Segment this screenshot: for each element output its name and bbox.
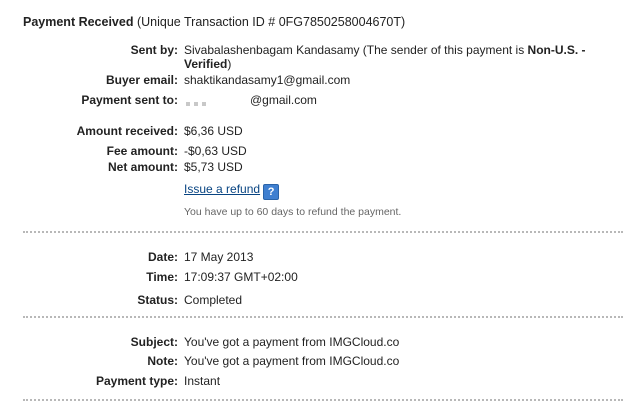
refund-link-wrap: Issue a refund? [184, 182, 280, 200]
page-title-bold: Payment Received [23, 15, 134, 29]
page-title: Payment Received (Unique Transaction ID … [23, 15, 405, 29]
date-value: 17 May 2013 [184, 250, 254, 264]
time-value: 17:09:37 GMT+02:00 [184, 270, 298, 284]
sent-by-label: Sent by: [130, 43, 178, 57]
payment-type-value: Instant [184, 374, 221, 388]
amount-received-label: Amount received: [76, 124, 178, 138]
payment-type-label: Payment type: [95, 374, 178, 388]
help-question-icon[interactable]: ? [263, 184, 280, 200]
divider [23, 231, 623, 233]
redacted-email-part [184, 95, 250, 107]
sender-status-prefix: (The sender of this payment is [359, 43, 528, 57]
transaction-id: (Unique Transaction ID # 0FG785025800467… [133, 15, 406, 29]
amount-received-value: $6,36 USD [184, 124, 243, 138]
payment-sent-to-label: Payment sent to: [81, 93, 178, 107]
payment-sent-to-domain: @gmail.com [250, 93, 317, 107]
refund-note: You have up to 60 days to refund the pay… [184, 206, 402, 218]
fee-amount-label: Fee amount: [106, 144, 178, 158]
buyer-email-value: shaktikandasamy1@gmail.com [184, 73, 351, 87]
note-value: You've got a payment from IMGCloud.co [184, 354, 400, 368]
sender-name: Sivabalashenbagam Kandasamy [184, 43, 360, 57]
subject-label: Subject: [130, 335, 178, 349]
time-label: Time: [146, 270, 178, 284]
divider [23, 316, 623, 318]
note-label: Note: [147, 354, 178, 368]
status-value: Completed [184, 293, 243, 307]
status-label: Status: [137, 293, 178, 307]
payment-sent-to-value: @gmail.com [184, 93, 317, 107]
buyer-email-label: Buyer email: [105, 73, 178, 87]
sender-status-suffix: ) [227, 57, 232, 71]
subject-value: You've got a payment from IMGCloud.co [184, 335, 400, 349]
net-amount-value: $5,73 USD [184, 160, 243, 174]
divider [23, 399, 623, 401]
sent-by-value: Sivabalashenbagam Kandasamy (The sender … [184, 43, 604, 71]
net-amount-label: Net amount: [108, 160, 178, 174]
issue-refund-link[interactable]: Issue a refund [184, 182, 260, 196]
fee-amount-value: -$0,63 USD [184, 144, 247, 158]
date-label: Date: [147, 250, 178, 264]
